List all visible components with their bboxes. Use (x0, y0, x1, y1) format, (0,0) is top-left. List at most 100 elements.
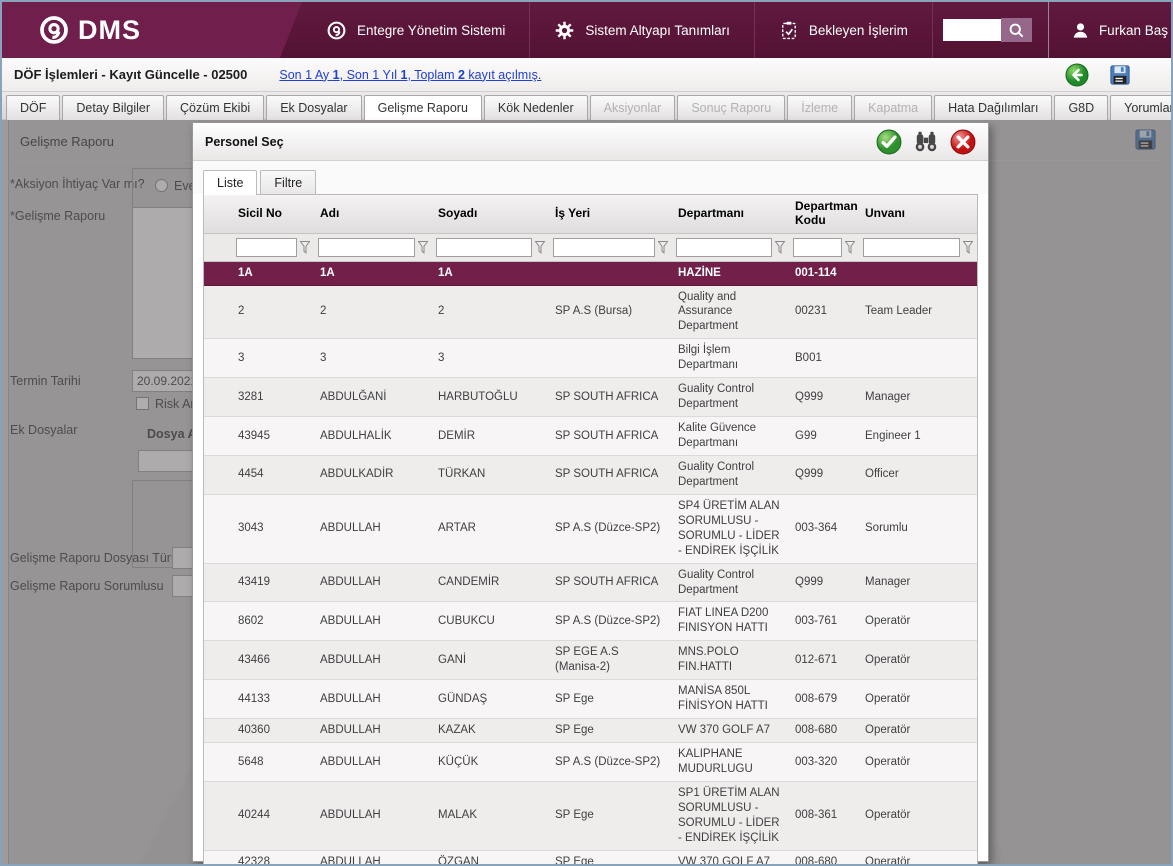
main-tab[interactable]: Kök Nedenler (483, 95, 588, 120)
table-row[interactable]: 2 2 2 SP A.S (Bursa) Quality and Assurance D… (204, 285, 977, 340)
filter-input[interactable] (236, 237, 297, 257)
column-header[interactable]: Unvanı (859, 195, 977, 234)
user-menu[interactable]: Furkan Baş (1049, 21, 1171, 40)
cell: 40244 (232, 781, 314, 851)
cell: SP Ege (549, 850, 672, 864)
main-tab[interactable]: G8D (1054, 95, 1109, 120)
filter-funnel-icon[interactable] (775, 240, 785, 254)
cell: 8602 (232, 601, 314, 642)
cell: Engineer 1 (859, 416, 977, 456)
dialog-tab-bar: Liste Filtre (193, 161, 988, 195)
filter-funnel-icon[interactable] (963, 240, 973, 254)
cell: GÜNDAŞ (432, 679, 549, 720)
table-row[interactable]: 3 3 3 Bilgi İşlem Departmanı B001 (204, 338, 977, 379)
column-header[interactable]: Sicil No (232, 195, 314, 234)
table-row[interactable]: 42328 ABDULLAH ÖZGAN SP Ege VW 370 GOLF A7 00… (204, 850, 977, 864)
row-indent-cell (204, 455, 232, 495)
cell: Operatör (859, 781, 977, 851)
filter-funnel-icon[interactable] (658, 240, 668, 254)
table-row[interactable]: 40360 ABDULLAH KAZAK SP Ege VW 370 GOLF A7 00… (204, 718, 977, 744)
cell: SP Ege (549, 679, 672, 720)
main-tab[interactable]: Gelişme Raporu (363, 95, 482, 120)
filter-input[interactable] (863, 237, 960, 257)
search-input[interactable] (942, 19, 1001, 41)
table-row[interactable]: 43419 ABDULLAH CANDEMİR SP SOUTH AFRICA Gual… (204, 563, 977, 603)
cell: Operatör (859, 640, 977, 681)
filter-input[interactable] (553, 237, 655, 257)
dialog-tab[interactable]: Liste (203, 170, 258, 195)
cell: Sorumlu (859, 494, 977, 564)
cell: SP Ege (549, 781, 672, 851)
cell: 012-671 (789, 640, 859, 681)
menu-item-sistem-altyapi-tanimlari[interactable]: Sistem Altyapı Tanımları (530, 2, 755, 58)
menu-item-bekleyen-islerim[interactable]: Bekleyen İşlerim (755, 2, 933, 58)
main-tab: İzleme (787, 95, 853, 120)
cell: Bilgi İşlem Departmanı (672, 338, 789, 379)
main-tab[interactable]: Hata Dağılımları (934, 95, 1053, 120)
search-icon (1008, 22, 1025, 39)
close-button[interactable] (950, 129, 976, 155)
confirm-button[interactable] (876, 129, 902, 155)
main-tab[interactable]: Detay Bilgiler (62, 95, 165, 120)
column-header[interactable]: Soyadı (432, 195, 549, 234)
column-header[interactable]: İş Yeri (549, 195, 672, 234)
main-tab[interactable]: Ek Dosyalar (266, 95, 362, 120)
column-header[interactable]: Departmanı (672, 195, 789, 234)
cell: Manager (859, 563, 977, 603)
cell: ABDULLAH (314, 640, 432, 681)
table-row[interactable]: 40244 ABDULLAH MALAK SP Ege SP1 ÜRETİM ALAN … (204, 781, 977, 851)
table-row[interactable]: 43466 ABDULLAH GANİ SP EGE A.S (Manisa-2) MN… (204, 640, 977, 681)
cell: Operatör (859, 679, 977, 720)
record-stats-link[interactable]: Son 1 Ay 1, Son 1 Yıl 1, Toplam 2 kayıt … (279, 68, 541, 82)
filter-input[interactable] (793, 237, 842, 257)
table-row[interactable]: 5648 ABDULLAH KÜÇÜK SP A.S (Düzce-SP2) KALIP… (204, 742, 977, 782)
table-row[interactable]: 3281 ABDULĞANİ HARBUTOĞLU SP SOUTH AFRICA Gu… (204, 377, 977, 418)
cell: SP SOUTH AFRICA (549, 563, 672, 603)
cell: 3 (314, 338, 432, 379)
column-header[interactable]: Departman Kodu (789, 195, 859, 234)
main-tab[interactable]: DÖF (6, 95, 61, 120)
table-row[interactable]: 44133 ABDULLAH GÜNDAŞ SP Ege MANİSA 850L FİN… (204, 679, 977, 720)
cell: Operatör (859, 742, 977, 782)
qdms-logo[interactable]: DMS (2, 2, 302, 58)
cell: KAZAK (432, 718, 549, 744)
user-name: Furkan Baş (1098, 22, 1168, 38)
main-tab[interactable]: Yorumlar (1110, 95, 1171, 120)
row-indent-cell (204, 377, 232, 418)
table-row[interactable]: 4454 ABDULKADİR TÜRKAN SP SOUTH AFRICA Guali… (204, 455, 977, 495)
search-records-button[interactable] (913, 129, 939, 155)
table-header-row: Sicil No Adı Soyadı İş Yeri Departmanı Depart… (204, 195, 977, 234)
table-row[interactable]: 1A 1A 1A HAZİNE 001-114 (204, 261, 977, 286)
cell: 008-680 (789, 850, 859, 864)
filter-input[interactable] (318, 237, 415, 257)
cell: ÖZGAN (432, 850, 549, 864)
row-indent-cell (204, 718, 232, 744)
dialog-tab[interactable]: Filtre (260, 170, 317, 195)
cell: Quality and Assurance Department (672, 285, 789, 340)
filter-cell (432, 233, 549, 262)
column-header[interactable]: Adı (314, 195, 432, 234)
filter-funnel-icon[interactable] (845, 240, 855, 254)
cell: Operatör (859, 718, 977, 744)
cell: Operatör (859, 601, 977, 642)
main-tab[interactable]: Çözüm Ekibi (166, 95, 265, 120)
cell: Guality Control Department (672, 455, 789, 495)
filter-funnel-icon[interactable] (535, 240, 545, 254)
filter-cell (314, 233, 432, 262)
filter-funnel-icon[interactable] (418, 240, 428, 254)
filter-funnel-icon[interactable] (300, 240, 310, 254)
row-indent-cell (204, 416, 232, 456)
toolbar-actions (1065, 63, 1131, 87)
table-row[interactable]: 43945 ABDULHALİK DEMİR SP SOUTH AFRICA Kalit… (204, 416, 977, 456)
table-row[interactable]: 8602 ABDULLAH CUBUKCU SP A.S (Düzce-SP2) FIA… (204, 601, 977, 642)
search-button[interactable] (1000, 18, 1032, 42)
back-button[interactable] (1065, 63, 1089, 87)
filter-input[interactable] (436, 237, 532, 257)
filter-input[interactable] (676, 237, 772, 257)
menu-item-label: Entegre Yönetim Sistemi (357, 22, 506, 38)
cell: FIAT LINEA D200 FINISYON HATTI (672, 601, 789, 642)
menu-item-entegre-yonetim-sistemi[interactable]: Entegre Yönetim Sistemi (302, 2, 531, 58)
cell: TÜRKAN (432, 455, 549, 495)
table-row[interactable]: 3043 ABDULLAH ARTAR SP A.S (Düzce-SP2) SP4 Ü… (204, 494, 977, 564)
save-button[interactable] (1109, 64, 1131, 86)
